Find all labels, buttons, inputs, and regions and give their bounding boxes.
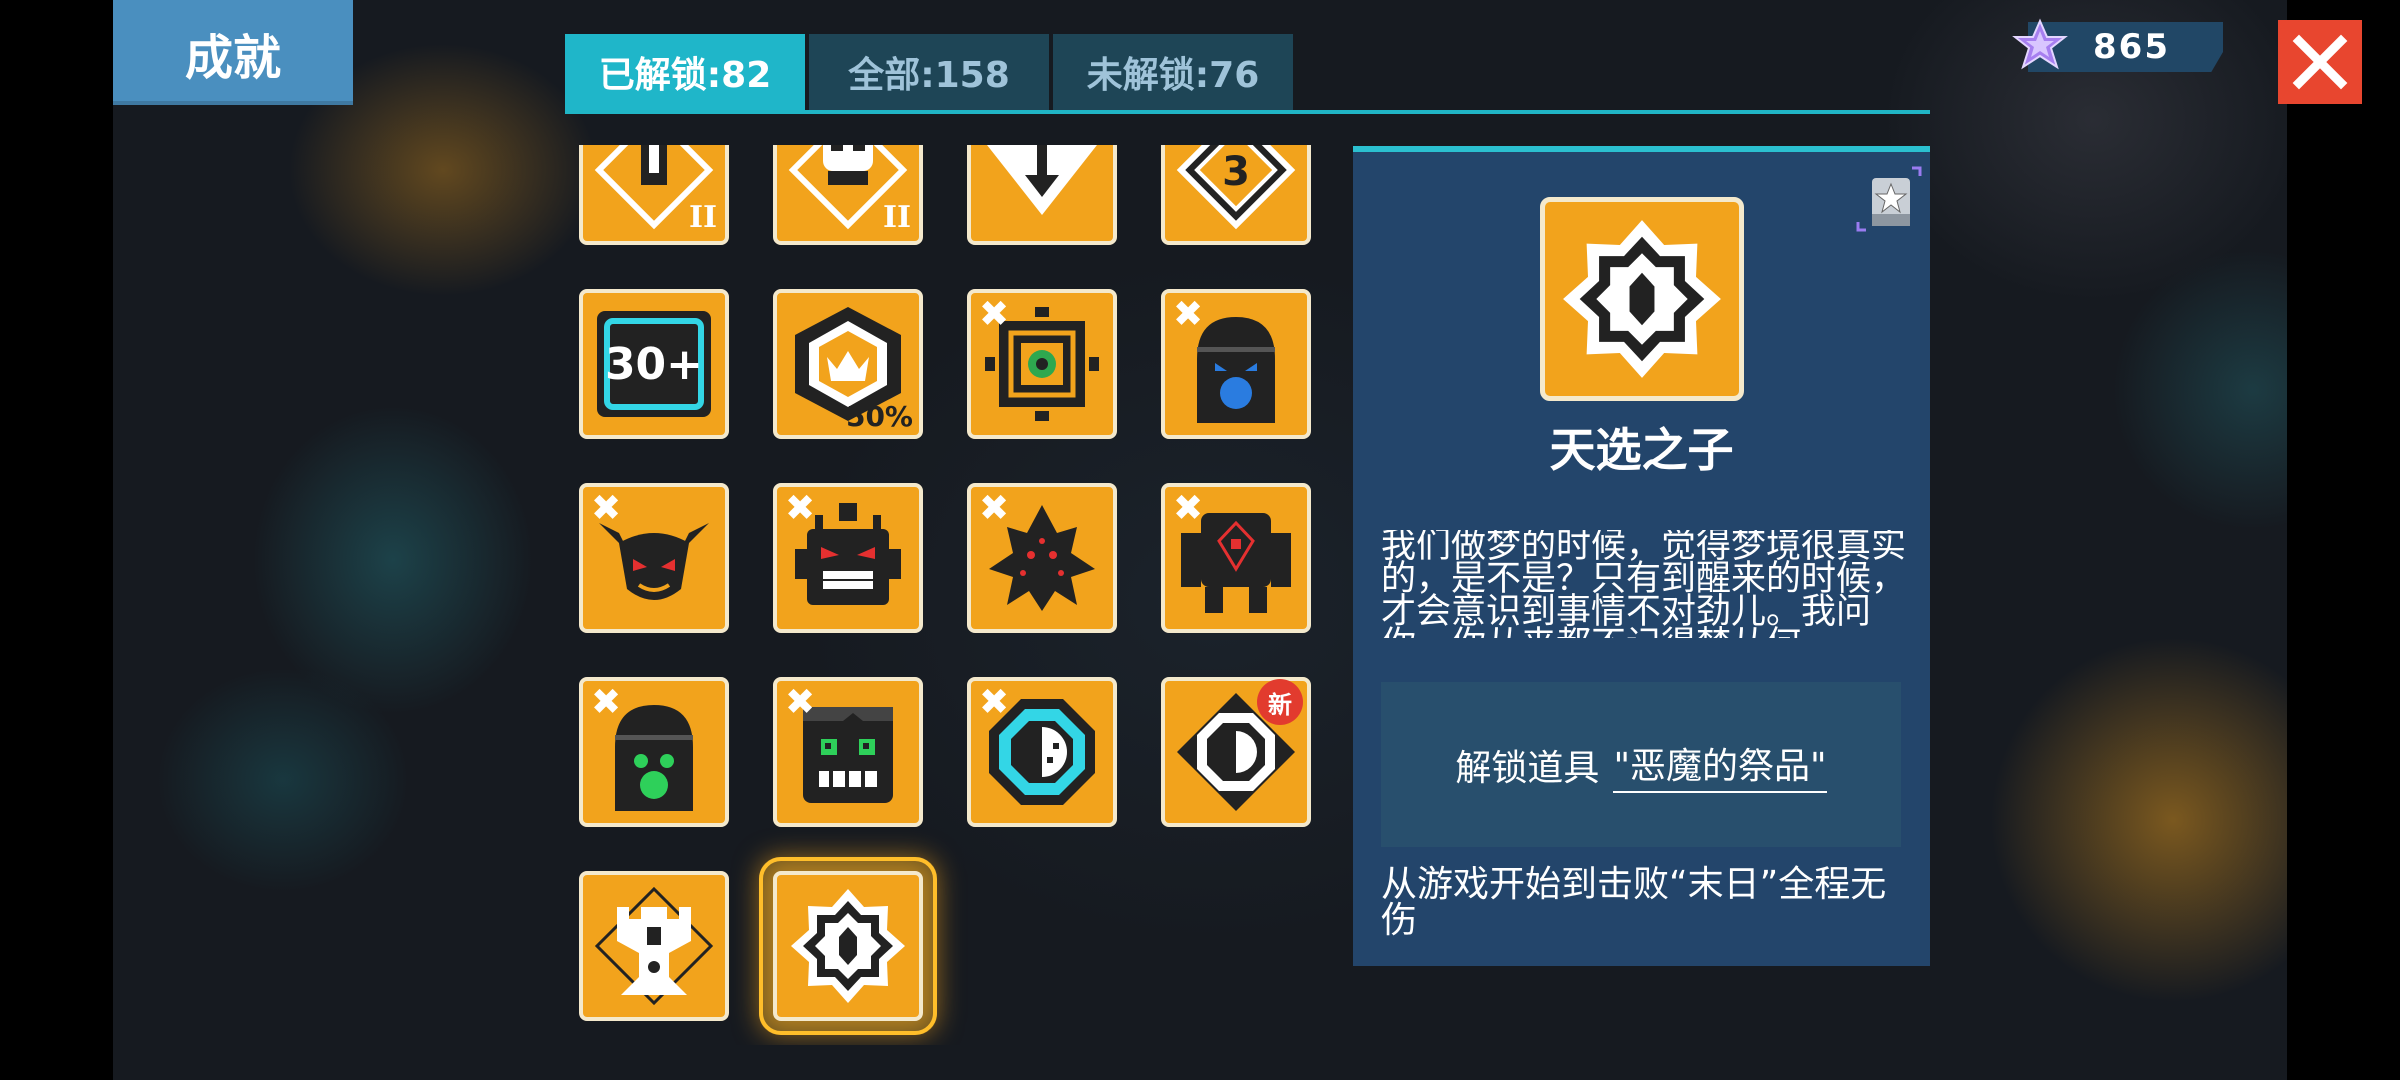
achievement-crown-50[interactable]: 50%	[773, 289, 923, 439]
achievement-green-ghost[interactable]: ✖	[579, 677, 729, 827]
achievement-detail-panel: 天选之子 我们做梦的时候，觉得梦境很真实的，是不是？只有到醒来的时候，才会意识到…	[1353, 146, 1930, 966]
tab-unlocked[interactable]: 已解锁:82	[565, 34, 805, 110]
achievement-trophy-tower[interactable]	[579, 871, 729, 1021]
achievement-grid: II II 3 30+ 50% ✖ ✖ ✖ ✖ ✖ ✖ ✖ ✖ ✖ 新	[579, 145, 1311, 1035]
tab-underline	[565, 110, 1930, 114]
percent-label: 50%	[845, 400, 913, 433]
unlock-reward-box: 解锁道具 "恶魔的祭品"	[1381, 682, 1901, 847]
x-mark-icon: ✖	[591, 682, 622, 723]
x-mark-icon: ✖	[1173, 488, 1204, 529]
new-badge: 新	[1257, 679, 1303, 725]
tab-locked[interactable]: 未解锁:76	[1053, 34, 1293, 110]
achievement-chosen-one[interactable]	[759, 857, 937, 1035]
x-mark-icon: ✖	[1173, 294, 1204, 335]
trophy-tower-icon	[594, 886, 714, 1006]
x-mark-icon: ✖	[979, 488, 1010, 529]
achievement-description[interactable]: 我们做梦的时候，觉得梦境很真实的，是不是？只有到醒来的时候，才会意识到事情不对劲…	[1381, 530, 1906, 638]
svg-text:II: II	[883, 200, 911, 235]
x-mark-icon: ✖	[785, 682, 816, 723]
achievement-zombie-face[interactable]: ✖	[773, 677, 923, 827]
achievement-cyan-octagon[interactable]: ✖	[967, 677, 1117, 827]
skull-diamond-icon: II	[788, 145, 911, 235]
x-mark-icon: ✖	[785, 488, 816, 529]
number-three-diamond-icon: 3	[1176, 145, 1296, 230]
achievement-blue-ghost[interactable]: ✖	[1161, 289, 1311, 439]
achievement-green-eye-box[interactable]: ✖	[967, 289, 1117, 439]
unlock-prefix: 解锁道具	[1455, 747, 1600, 789]
achievement-grid-scroll[interactable]: II II 3 30+ 50% ✖ ✖ ✖ ✖ ✖ ✖ ✖ ✖ ✖ 新	[565, 145, 1335, 1045]
filter-tabs: 已解锁:82 全部:158 未解锁:76	[565, 34, 1293, 112]
eight-point-star-icon	[791, 889, 905, 1003]
svg-text:3: 3	[1222, 149, 1250, 195]
svg-text:II: II	[689, 200, 717, 235]
svg-text:30+: 30+	[605, 339, 703, 390]
right-letterbox	[2287, 0, 2400, 1080]
achievement-three[interactable]: 3	[1161, 145, 1311, 245]
achievement-spiky-beast[interactable]: ✖	[967, 483, 1117, 633]
unlock-item-link[interactable]: "恶魔的祭品"	[1613, 737, 1827, 793]
share-star-icon[interactable]	[1856, 166, 1922, 232]
eight-point-star-icon	[1563, 220, 1721, 378]
currency-value: 865	[2093, 27, 2170, 67]
achievement-horned-demon[interactable]: ✖	[579, 483, 729, 633]
x-mark-icon: ✖	[591, 488, 622, 529]
down-arrow-icon	[987, 145, 1097, 215]
unlock-condition: 从游戏开始到击败“末日”全程无伤	[1381, 864, 1887, 941]
achievement-down-arrow[interactable]	[967, 145, 1117, 245]
x-mark-icon: ✖	[979, 682, 1010, 723]
achievement-sword-ii[interactable]: II	[579, 145, 729, 245]
left-letterbox	[0, 0, 113, 1080]
achievement-white-octagon-new[interactable]: 新	[1161, 677, 1311, 827]
purple-star-gem-icon	[2012, 18, 2068, 70]
achievement-thirty-plus[interactable]: 30+	[579, 289, 729, 439]
thirty-plus-icon: 30+	[597, 311, 711, 417]
detail-achievement-icon	[1540, 197, 1744, 401]
tab-all[interactable]: 全部:158	[809, 34, 1049, 110]
achievement-name: 天选之子	[1549, 423, 1734, 477]
close-icon	[2292, 34, 2348, 90]
achievement-mech-boss[interactable]: ✖	[1161, 483, 1311, 633]
sword-diamond-icon: II	[594, 145, 717, 235]
achievement-robot-grin[interactable]: ✖	[773, 483, 923, 633]
x-mark-icon: ✖	[979, 294, 1010, 335]
page-title: 成就	[113, 0, 353, 105]
achievement-skull-ii[interactable]: II	[773, 145, 923, 245]
close-button[interactable]	[2278, 20, 2362, 104]
